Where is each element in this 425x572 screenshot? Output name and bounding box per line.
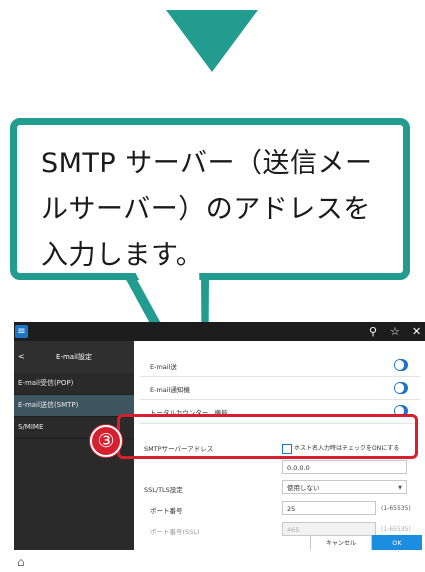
sidebar-item-smtp[interactable]: E-mail送信(SMTP)	[14, 395, 134, 417]
email-send-label: E-mail送	[150, 363, 177, 371]
ok-button[interactable]: OK	[372, 535, 422, 550]
home-icon[interactable]: ⌂	[17, 555, 25, 569]
sidebar-title: E-mail設定	[56, 353, 92, 361]
top-bar: ≡ ⚲ ☆ ✕	[14, 322, 425, 341]
highlight-box	[117, 414, 418, 459]
sidebar-header: < E-mail設定	[14, 341, 134, 373]
port-range: (1-65535)	[381, 505, 411, 512]
port-input[interactable]: 25	[282, 501, 376, 515]
port-ssl-label: ポート番号(SSL)	[150, 528, 200, 536]
star-icon[interactable]: ☆	[390, 324, 400, 339]
menu-icon[interactable]: ≡	[15, 325, 28, 338]
close-icon[interactable]: ✕	[412, 324, 421, 339]
port-label: ポート番号	[150, 507, 183, 515]
sidebar-item-pop[interactable]: E-mail受信(POP)	[14, 373, 134, 395]
step-marker: ③	[90, 425, 122, 457]
email-send-toggle[interactable]	[394, 359, 408, 371]
ssl-tls-select[interactable]: 使用しない ▼	[282, 480, 407, 494]
email-notify-toggle[interactable]	[394, 382, 408, 394]
port-ssl-input[interactable]: 465	[282, 522, 376, 536]
ssl-tls-value: 使用しない	[287, 484, 320, 492]
smtp-server-input[interactable]: 0.0.0.0	[282, 460, 407, 474]
cancel-button[interactable]: キャンセル	[310, 535, 372, 550]
divider	[140, 376, 420, 377]
ssl-tls-label: SSL/TLS設定	[144, 486, 183, 494]
chevron-down-icon: ▼	[398, 485, 402, 491]
port-ssl-range: (1-65535)	[381, 526, 411, 533]
email-notify-label: E-mail通知機	[150, 386, 190, 394]
search-icon[interactable]: ⚲	[369, 324, 377, 339]
divider	[140, 399, 420, 400]
